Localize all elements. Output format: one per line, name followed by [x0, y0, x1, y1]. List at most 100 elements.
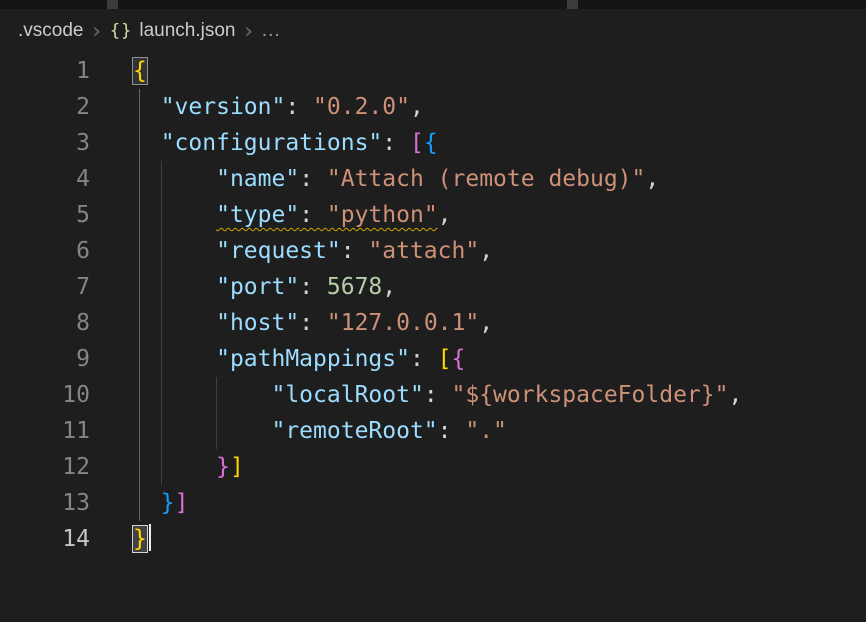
code-token: "Attach (remote debug)"	[327, 166, 646, 192]
code-token: "python"	[327, 202, 438, 228]
code-token	[133, 382, 271, 408]
code-line[interactable]: 3 "configurations": [{	[0, 125, 866, 161]
code-token: {	[424, 130, 438, 156]
code-lines: 1{2 "version": "0.2.0",3 "configurations…	[0, 53, 866, 557]
code-token	[133, 94, 161, 120]
code-token: [	[438, 346, 452, 372]
tab-bar-edge	[0, 0, 866, 9]
code-line[interactable]: 2 "version": "0.2.0",	[0, 89, 866, 125]
code-line[interactable]: 6 "request": "attach",	[0, 233, 866, 269]
code-line-content: "localRoot": "${workspaceFolder}",	[90, 377, 742, 413]
breadcrumb-file-label: launch.json	[139, 20, 235, 42]
line-number[interactable]: 7	[0, 269, 90, 305]
code-token: }	[216, 454, 230, 480]
breadcrumb-more-label: ...	[262, 20, 281, 42]
code-token	[133, 346, 216, 372]
code-token: "remoteRoot"	[271, 418, 437, 444]
code-token: "type"	[216, 202, 299, 228]
code-token: ,	[410, 94, 424, 120]
breadcrumb-folder-label: .vscode	[18, 20, 83, 42]
code-token: ,	[728, 382, 742, 408]
code-token	[133, 310, 216, 336]
code-token	[133, 238, 216, 264]
code-token: }	[161, 490, 175, 516]
code-token: "port"	[216, 274, 299, 300]
code-token: "pathMappings"	[216, 346, 410, 372]
code-token: "host"	[216, 310, 299, 336]
code-token: "name"	[216, 166, 299, 192]
code-token: ,	[479, 238, 493, 264]
code-token: ,	[438, 202, 452, 228]
code-line-content: "version": "0.2.0",	[90, 89, 424, 125]
code-line-content: "pathMappings": [{	[90, 341, 465, 377]
code-token	[133, 166, 216, 192]
code-token: ,	[479, 310, 493, 336]
code-line[interactable]: 13 }]	[0, 485, 866, 521]
line-number[interactable]: 5	[0, 197, 90, 233]
line-number[interactable]: 10	[0, 377, 90, 413]
line-number[interactable]: 14	[0, 521, 90, 557]
code-token: "."	[465, 418, 507, 444]
code-token: [	[410, 130, 424, 156]
code-token: :	[285, 94, 313, 120]
json-file-icon: {}	[110, 21, 132, 41]
code-line-content: "host": "127.0.0.1",	[90, 305, 493, 341]
code-line-content: "name": "Attach (remote debug)",	[90, 161, 659, 197]
code-token: {	[452, 346, 466, 372]
code-token: :	[341, 238, 369, 264]
line-number[interactable]: 11	[0, 413, 90, 449]
code-token	[133, 418, 271, 444]
code-line-content: }]	[90, 485, 188, 521]
code-line[interactable]: 14}	[0, 521, 866, 557]
code-token: :	[299, 166, 327, 192]
code-token: "${workspaceFolder}"	[452, 382, 729, 408]
line-number[interactable]: 1	[0, 53, 90, 89]
code-line-content: }	[90, 521, 151, 557]
code-line[interactable]: 5 "type": "python",	[0, 197, 866, 233]
code-editor[interactable]: 1{2 "version": "0.2.0",3 "configurations…	[0, 53, 866, 557]
cursor-caret	[149, 524, 151, 551]
line-number[interactable]: 13	[0, 485, 90, 521]
line-number[interactable]: 2	[0, 89, 90, 125]
code-line[interactable]: 12 }]	[0, 449, 866, 485]
code-token: ]	[230, 454, 244, 480]
code-token: :	[299, 274, 327, 300]
code-token	[133, 454, 216, 480]
code-line[interactable]: 1{	[0, 53, 866, 89]
code-token: "configurations"	[161, 130, 383, 156]
line-number[interactable]: 8	[0, 305, 90, 341]
breadcrumb-symbol-path[interactable]: ...	[262, 20, 281, 42]
code-token: "version"	[161, 94, 286, 120]
line-number[interactable]: 3	[0, 125, 90, 161]
breadcrumb-file[interactable]: {} launch.json	[110, 20, 236, 42]
code-line[interactable]: 11 "remoteRoot": "."	[0, 413, 866, 449]
line-number[interactable]: 12	[0, 449, 90, 485]
code-line-content: "port": 5678,	[90, 269, 396, 305]
code-line-content: "request": "attach",	[90, 233, 493, 269]
code-token	[133, 274, 216, 300]
code-token: ]	[175, 490, 189, 516]
code-token: :	[382, 130, 410, 156]
code-line[interactable]: 9 "pathMappings": [{	[0, 341, 866, 377]
code-token: :	[410, 346, 438, 372]
code-token: :	[299, 310, 327, 336]
code-line-content: "configurations": [{	[90, 125, 438, 161]
code-token	[133, 202, 216, 228]
line-number[interactable]: 4	[0, 161, 90, 197]
code-line[interactable]: 10 "localRoot": "${workspaceFolder}",	[0, 377, 866, 413]
tab-strip-segment	[578, 0, 866, 9]
code-token	[133, 490, 161, 516]
breadcrumb-folder[interactable]: .vscode	[18, 20, 83, 42]
line-number[interactable]: 9	[0, 341, 90, 377]
code-line[interactable]: 4 "name": "Attach (remote debug)",	[0, 161, 866, 197]
code-line[interactable]: 8 "host": "127.0.0.1",	[0, 305, 866, 341]
vscode-editor-window: .vscode › {} launch.json › ... 1{2 "vers…	[0, 0, 866, 622]
code-token: :	[299, 202, 327, 228]
line-number[interactable]: 6	[0, 233, 90, 269]
code-token: ,	[645, 166, 659, 192]
code-line[interactable]: 7 "port": 5678,	[0, 269, 866, 305]
code-token: "0.2.0"	[313, 94, 410, 120]
breadcrumb: .vscode › {} launch.json › ...	[0, 9, 866, 53]
chevron-right-icon: ›	[245, 19, 253, 43]
code-token: {	[133, 58, 147, 84]
